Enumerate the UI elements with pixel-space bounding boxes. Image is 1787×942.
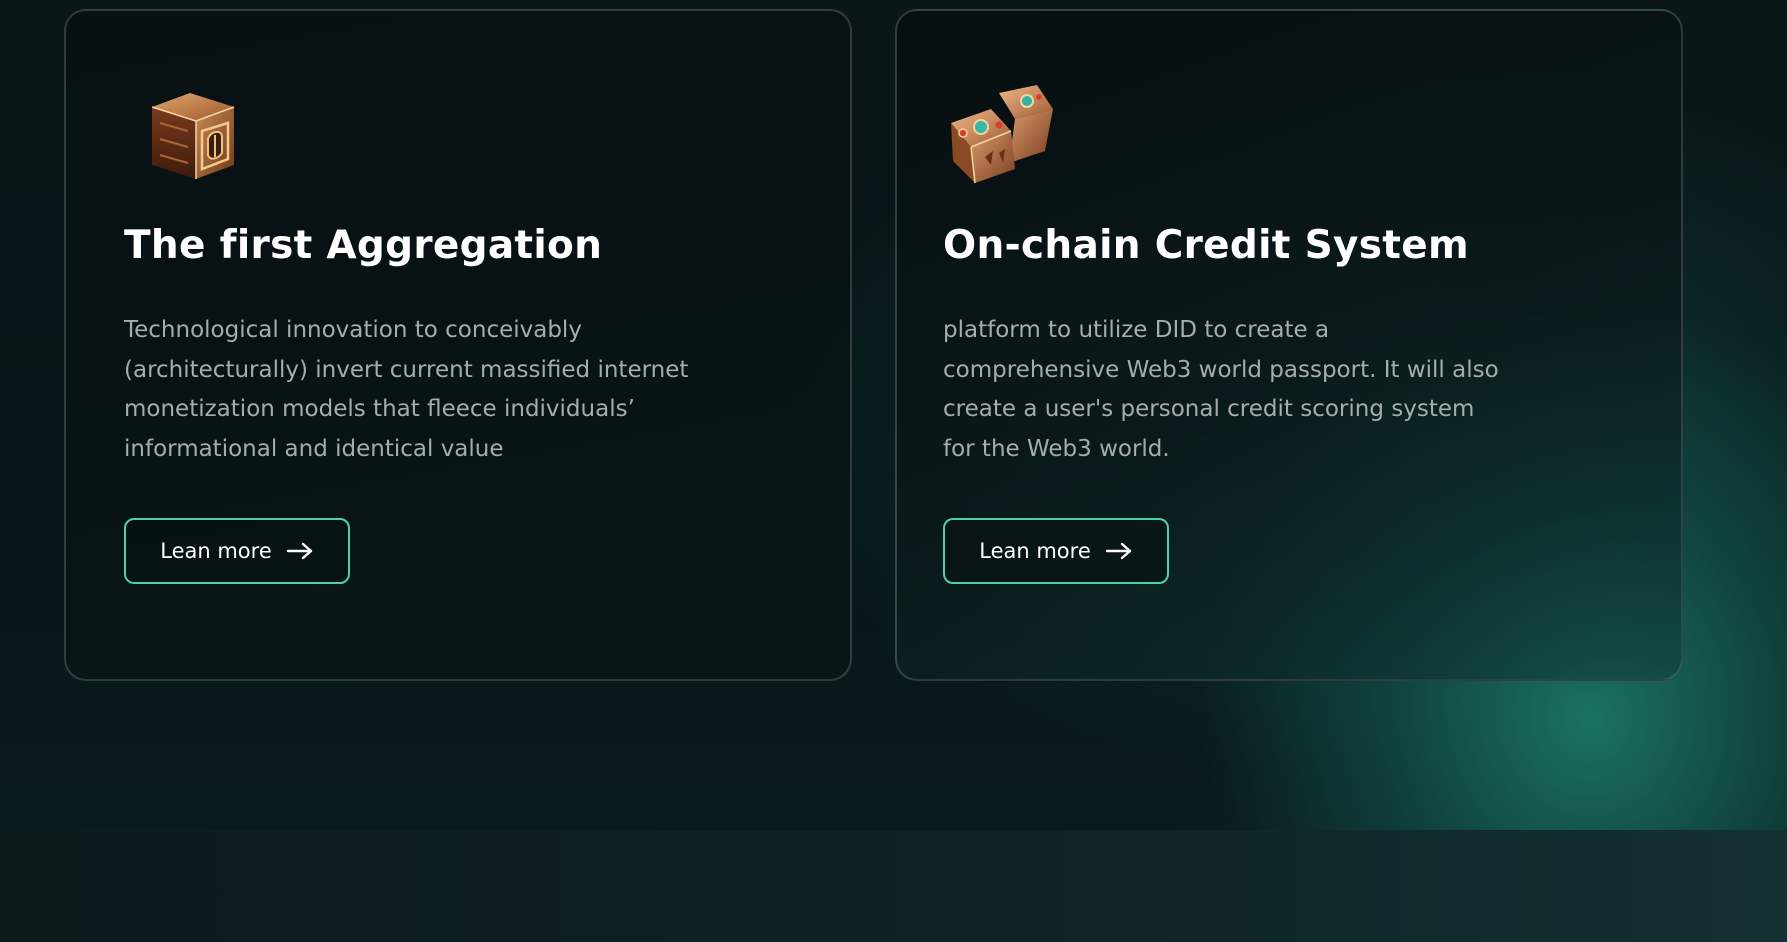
card-title: The first Aggregation <box>124 223 603 268</box>
footer-band <box>0 830 1787 942</box>
button-label: Lean more <box>160 539 272 563</box>
feature-card-credit-system: On-chain Credit System platform to utili… <box>895 9 1683 681</box>
card-description: Technological innovation to conceivably … <box>124 311 764 469</box>
description-line: monetization models that fleece individu… <box>124 396 635 422</box>
description-line: Technological innovation to conceivably <box>124 317 582 343</box>
card-title: On-chain Credit System <box>943 223 1469 268</box>
page: The first Aggregation Technological inno… <box>0 0 1787 942</box>
jeweled-dice-icon <box>941 79 1059 195</box>
learn-more-button[interactable]: Lean more <box>943 518 1169 584</box>
arrow-right-icon <box>1105 541 1133 561</box>
learn-more-button[interactable]: Lean more <box>124 518 350 584</box>
description-line: create a user's personal credit scoring … <box>943 396 1475 422</box>
card-description: platform to utilize DID to create a comp… <box>943 311 1583 469</box>
description-line: (architecturally) invert current massifi… <box>124 356 689 383</box>
arrow-right-icon <box>286 541 314 561</box>
feature-card-aggregation: The first Aggregation Technological inno… <box>64 9 852 681</box>
button-label: Lean more <box>979 539 1091 563</box>
description-line: comprehensive Web3 world passport. It wi… <box>943 356 1499 383</box>
ornate-cube-icon <box>138 83 248 193</box>
description-line: informational and identical value <box>124 435 504 462</box>
description-line: for the Web3 world. <box>943 435 1170 462</box>
description-line: platform to utilize DID to create a <box>943 317 1330 343</box>
